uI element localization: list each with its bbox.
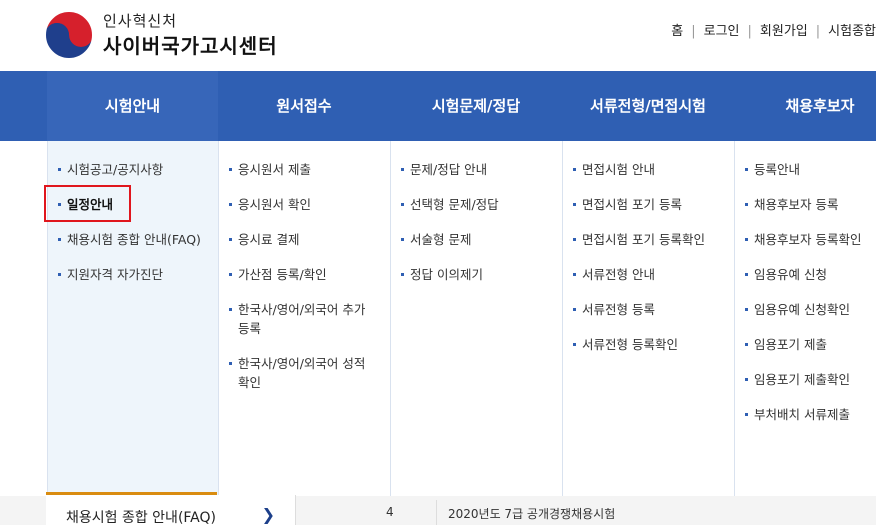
nav-application[interactable]: 원서접수 bbox=[218, 71, 390, 141]
menu-item-fee-payment[interactable]: 응시료 결제 bbox=[229, 230, 368, 249]
menu-item-waiver-submit-check[interactable]: 임용포기 제출확인 bbox=[745, 370, 861, 389]
nav-document-interview[interactable]: 서류전형/면접시험 bbox=[562, 71, 734, 141]
selection-highlight bbox=[44, 185, 131, 222]
menu-item-interview-info[interactable]: 면접시험 안내 bbox=[573, 160, 705, 179]
menu-item-deferral-check[interactable]: 임용유예 신청확인 bbox=[745, 300, 861, 319]
table-divider bbox=[436, 500, 437, 525]
menu-item-interview-waiver[interactable]: 면접시험 포기 등록 bbox=[573, 195, 705, 214]
menu-item-document-register[interactable]: 서류전형 등록 bbox=[573, 300, 705, 319]
nav-exam-questions[interactable]: 시험문제/정답 bbox=[390, 71, 562, 141]
utility-links: 홈 | 로그인 | 회원가입 | 시험종합 bbox=[671, 24, 876, 39]
menu-column-application: 응시원서 제출 응시원서 확인 응시료 결제 가산점 등록/확인 한국사/영어/… bbox=[218, 141, 390, 496]
faq-link-label: 채용시험 종합 안내(FAQ) bbox=[66, 510, 216, 526]
site-title[interactable]: 사이버국가고시센터 bbox=[103, 30, 278, 59]
menu-item-registration-info[interactable]: 등록안내 bbox=[745, 160, 861, 179]
org-subtitle: 인사혁신처 bbox=[103, 12, 178, 30]
menu-item-faq[interactable]: 채용시험 종합 안내(FAQ) bbox=[58, 230, 201, 249]
menu-item-essay-questions[interactable]: 서술형 문제 bbox=[401, 230, 499, 249]
nav-candidates[interactable]: 채용후보자 bbox=[734, 71, 876, 141]
menu-item-question-answer-info[interactable]: 문제/정답 안내 bbox=[401, 160, 499, 179]
table-row-title[interactable]: 2020년도 7급 공개경쟁채용시험 bbox=[448, 505, 615, 522]
table-row-number: 4 bbox=[386, 505, 394, 519]
menu-item-document-info[interactable]: 서류전형 안내 bbox=[573, 265, 705, 284]
menu-item-check-application[interactable]: 응시원서 확인 bbox=[229, 195, 368, 214]
faq-link-box[interactable]: 채용시험 종합 안내(FAQ) ❯ bbox=[46, 495, 296, 526]
login-link[interactable]: 로그인 bbox=[704, 24, 740, 39]
menu-item-check-scores[interactable]: 한국사/영어/외국어 성적확인 bbox=[229, 354, 368, 392]
menu-item-placement-documents[interactable]: 부처배치 서류제출 bbox=[745, 405, 861, 424]
exam-overview-link[interactable]: 시험종합 bbox=[828, 24, 876, 39]
menu-item-notice[interactable]: 시험공고/공지사항 bbox=[58, 160, 201, 179]
menu-item-submit-application[interactable]: 응시원서 제출 bbox=[229, 160, 368, 179]
nav-exam-info[interactable]: 시험안내 bbox=[47, 71, 218, 141]
menu-item-candidate-register[interactable]: 채용후보자 등록 bbox=[745, 195, 861, 214]
menu-item-answer-objection[interactable]: 정답 이의제기 bbox=[401, 265, 499, 284]
home-link[interactable]: 홈 bbox=[671, 24, 683, 39]
menu-item-bonus-points[interactable]: 가산점 등록/확인 bbox=[229, 265, 368, 284]
site-header: 인사혁신처 사이버국가고시센터 홈 | 로그인 | 회원가입 | 시험종합 bbox=[0, 0, 876, 71]
menu-item-multiple-choice[interactable]: 선택형 문제/정답 bbox=[401, 195, 499, 214]
menu-item-candidate-register-check[interactable]: 채용후보자 등록확인 bbox=[745, 230, 861, 249]
menu-item-eligibility-check[interactable]: 지원자격 자가진단 bbox=[58, 265, 201, 284]
menu-column-document-interview: 면접시험 안내 면접시험 포기 등록 면접시험 포기 등록확인 서류전형 안내 … bbox=[562, 141, 734, 496]
chevron-right-icon: ❯ bbox=[261, 505, 275, 524]
menu-column-candidates: 등록안내 채용후보자 등록 채용후보자 등록확인 임용유예 신청 임용유예 신청… bbox=[734, 141, 876, 496]
menu-item-add-scores[interactable]: 한국사/영어/외국어 추가등록 bbox=[229, 300, 368, 338]
menu-item-deferral-request[interactable]: 임용유예 신청 bbox=[745, 265, 861, 284]
main-nav: 시험안내 원서접수 시험문제/정답 서류전형/면접시험 채용후보자 bbox=[0, 71, 876, 141]
mega-menu: 시험공고/공지사항 일정안내 채용시험 종합 안내(FAQ) 지원자격 자가진단… bbox=[0, 141, 876, 496]
menu-item-document-register-check[interactable]: 서류전형 등록확인 bbox=[573, 335, 705, 354]
government-logo-icon[interactable] bbox=[44, 10, 94, 60]
menu-item-waiver-submit[interactable]: 임용포기 제출 bbox=[745, 335, 861, 354]
signup-link[interactable]: 회원가입 bbox=[760, 24, 808, 39]
menu-column-exam-questions: 문제/정답 안내 선택형 문제/정답 서술형 문제 정답 이의제기 bbox=[390, 141, 562, 496]
menu-item-interview-waiver-check[interactable]: 면접시험 포기 등록확인 bbox=[573, 230, 705, 249]
